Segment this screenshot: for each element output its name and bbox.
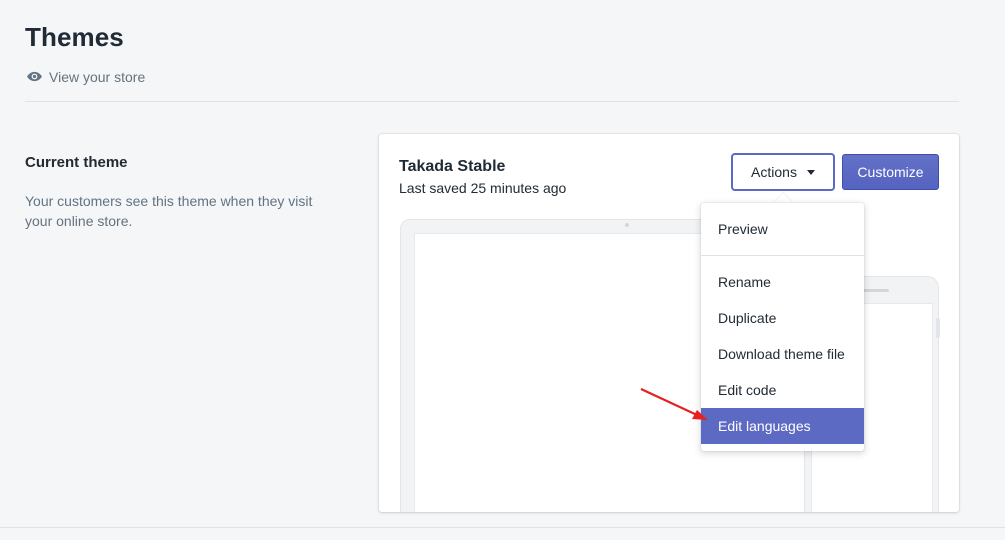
menu-item-label: Preview <box>718 221 768 237</box>
customize-button-label: Customize <box>857 164 924 180</box>
themes-page: Themes View your store Current theme You… <box>0 0 1005 540</box>
eye-icon <box>27 71 42 82</box>
menu-item-label: Rename <box>718 274 771 290</box>
actions-dropdown-menu: Preview Rename Duplicate Download theme … <box>701 203 864 451</box>
view-store-label[interactable]: View your store <box>49 69 145 85</box>
current-theme-description: Your customers see this theme when they … <box>25 193 313 229</box>
menu-divider <box>701 255 864 256</box>
menu-item-label: Edit code <box>718 382 777 398</box>
menu-item-download-theme-file[interactable]: Download theme file <box>701 336 864 372</box>
menu-item-rename[interactable]: Rename <box>701 264 864 300</box>
current-theme-heading: Current theme <box>25 154 128 171</box>
mobile-side-button <box>936 318 940 338</box>
menu-item-edit-languages[interactable]: Edit languages <box>701 408 864 444</box>
menu-item-duplicate[interactable]: Duplicate <box>701 300 864 336</box>
actions-button[interactable]: Actions <box>732 154 834 190</box>
menu-item-edit-code[interactable]: Edit code <box>701 372 864 408</box>
view-store-link[interactable]: View your store <box>26 68 145 85</box>
menu-item-preview[interactable]: Preview <box>701 211 864 247</box>
menu-item-label: Edit languages <box>718 418 811 434</box>
menu-item-label: Download theme file <box>718 346 845 362</box>
header-divider <box>25 101 959 102</box>
page-title: Themes <box>25 22 124 52</box>
theme-last-saved: Last saved 25 minutes ago <box>399 180 567 196</box>
bottom-divider <box>0 527 1005 528</box>
actions-button-label: Actions <box>751 164 797 180</box>
theme-name: Takada Stable <box>399 158 506 175</box>
caret-down-icon <box>806 169 815 175</box>
current-theme-card: Takada Stable Last saved 25 minutes ago … <box>379 134 959 512</box>
desktop-camera-dot <box>625 223 629 227</box>
menu-item-label: Duplicate <box>718 310 777 326</box>
customize-button[interactable]: Customize <box>842 154 939 190</box>
